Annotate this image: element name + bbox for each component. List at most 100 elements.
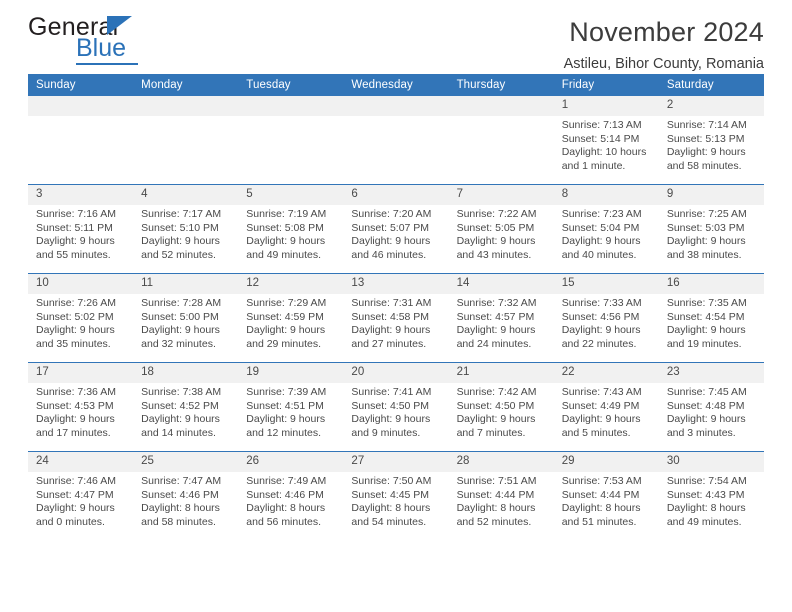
day-number: 27 xyxy=(343,452,449,472)
day-details: Sunrise: 7:46 AM Sunset: 4:47 PM Daylight:… xyxy=(28,472,133,529)
logo-triangle-icon xyxy=(107,16,132,35)
calendar-day-cell[interactable]: 14 Sunrise: 7:32 AM Sunset: 4:57 PM Dayligh… xyxy=(448,273,554,363)
calendar-day-cell[interactable]: 22 Sunrise: 7:43 AM Sunset: 4:49 PM Dayligh… xyxy=(553,362,659,452)
calendar-day-cell[interactable]: 19 Sunrise: 7:39 AM Sunset: 4:51 PM Dayligh… xyxy=(238,362,344,452)
day-details: Sunrise: 7:35 AM Sunset: 4:54 PM Daylight:… xyxy=(659,294,764,351)
calendar-day-cell[interactable]: 12 Sunrise: 7:29 AM Sunset: 4:59 PM Dayligh… xyxy=(238,273,344,363)
calendar-day-cell[interactable]: 23 Sunrise: 7:45 AM Sunset: 4:48 PM Dayligh… xyxy=(658,362,764,452)
calendar-day-cell[interactable]: 8 Sunrise: 7:23 AM Sunset: 5:04 PM Daylight… xyxy=(553,184,659,274)
calendar-day-cell[interactable]: 15 Sunrise: 7:33 AM Sunset: 4:56 PM Dayligh… xyxy=(553,273,659,363)
calendar-day-cell[interactable]: 25 Sunrise: 7:47 AM Sunset: 4:46 PM Dayligh… xyxy=(133,451,239,540)
daylight-text: Daylight: 9 hours xyxy=(456,324,536,337)
calendar-cell-empty xyxy=(448,96,554,185)
calendar-day-cell[interactable]: 26 Sunrise: 7:49 AM Sunset: 4:46 PM Dayligh… xyxy=(238,451,344,540)
daylight-text: and 9 minutes. xyxy=(351,426,421,439)
day-number: 9 xyxy=(658,185,764,205)
sunrise-text: Sunrise: 7:28 AM xyxy=(141,297,222,309)
day-details: Sunrise: 7:22 AM Sunset: 5:05 PM Daylight:… xyxy=(449,205,554,262)
sunset-text: Sunset: 5:13 PM xyxy=(666,132,745,145)
sunrise-text: Sunrise: 7:50 AM xyxy=(351,475,432,487)
calendar-day-cell[interactable]: 2 Sunrise: 7:14 AM Sunset: 5:13 PM Daylight… xyxy=(658,96,764,185)
sunset-text: Sunset: 4:44 PM xyxy=(456,488,535,501)
daylight-text: and 17 minutes. xyxy=(36,426,111,439)
day-details: Sunrise: 7:42 AM Sunset: 4:50 PM Daylight:… xyxy=(449,383,554,440)
page-header: General Blue November 2024 Astileu, Biho… xyxy=(28,0,764,74)
calendar-day-cell[interactable]: 27 Sunrise: 7:50 AM Sunset: 4:45 PM Dayligh… xyxy=(343,451,449,540)
sunset-text: Sunset: 5:05 PM xyxy=(456,221,535,234)
day-details: Sunrise: 7:26 AM Sunset: 5:02 PM Daylight:… xyxy=(28,294,133,351)
daylight-text: and 1 minute. xyxy=(561,159,626,172)
calendar-day-cell[interactable]: 10 Sunrise: 7:26 AM Sunset: 5:02 PM Dayligh… xyxy=(28,273,134,363)
sunset-text: Sunset: 5:11 PM xyxy=(36,221,113,234)
calendar-day-cell[interactable]: 7 Sunrise: 7:22 AM Sunset: 5:05 PM Daylight… xyxy=(448,184,554,274)
sunset-text: Sunset: 4:56 PM xyxy=(561,310,640,323)
sunrise-text: Sunrise: 7:20 AM xyxy=(351,208,432,220)
daylight-text: Daylight: 9 hours xyxy=(456,235,536,248)
day-number: 15 xyxy=(553,274,659,294)
calendar-day-cell[interactable]: 4 Sunrise: 7:17 AM Sunset: 5:10 PM Daylight… xyxy=(133,184,239,274)
calendar-week-row: 3 Sunrise: 7:16 AM Sunset: 5:11 PM Daylight… xyxy=(28,184,764,274)
day-number: 26 xyxy=(238,452,344,472)
calendar-day-cell[interactable]: 28 Sunrise: 7:51 AM Sunset: 4:44 PM Dayligh… xyxy=(448,451,554,540)
day-number: 24 xyxy=(28,452,134,472)
daylight-text: Daylight: 9 hours xyxy=(561,413,641,426)
sunrise-text: Sunrise: 7:42 AM xyxy=(456,386,537,398)
weekday-header-saturday: Saturday xyxy=(658,74,764,96)
calendar-day-cell[interactable]: 21 Sunrise: 7:42 AM Sunset: 4:50 PM Dayligh… xyxy=(448,362,554,452)
calendar-day-cell[interactable]: 30 Sunrise: 7:54 AM Sunset: 4:43 PM Dayligh… xyxy=(658,451,764,540)
calendar-day-cell[interactable]: 3 Sunrise: 7:16 AM Sunset: 5:11 PM Daylight… xyxy=(28,184,134,274)
daylight-text: Daylight: 9 hours xyxy=(36,235,115,248)
sunrise-text: Sunrise: 7:19 AM xyxy=(246,208,327,220)
day-number xyxy=(238,96,344,116)
day-details: Sunrise: 7:41 AM Sunset: 4:50 PM Daylight:… xyxy=(343,383,448,440)
day-number: 5 xyxy=(238,185,344,205)
sunrise-text: Sunrise: 7:43 AM xyxy=(561,386,642,398)
calendar-cell-empty xyxy=(238,96,344,185)
day-number: 13 xyxy=(343,274,449,294)
daylight-text: Daylight: 9 hours xyxy=(666,324,746,337)
calendar-week-row: 17 Sunrise: 7:36 AM Sunset: 4:53 PM Dayligh… xyxy=(28,362,764,452)
day-number: 29 xyxy=(553,452,659,472)
daylight-text: Daylight: 9 hours xyxy=(456,413,536,426)
calendar-day-cell[interactable]: 18 Sunrise: 7:38 AM Sunset: 4:52 PM Dayligh… xyxy=(133,362,239,452)
day-details: Sunrise: 7:36 AM Sunset: 4:53 PM Daylight:… xyxy=(28,383,133,440)
sunset-text: Sunset: 4:53 PM xyxy=(36,399,114,412)
daylight-text: Daylight: 9 hours xyxy=(141,413,220,426)
calendar-week-row: 24 Sunrise: 7:46 AM Sunset: 4:47 PM Dayligh… xyxy=(28,451,764,540)
day-number xyxy=(448,96,554,116)
daylight-text: and 49 minutes. xyxy=(246,248,321,261)
calendar-day-cell[interactable]: 9 Sunrise: 7:25 AM Sunset: 5:03 PM Daylight… xyxy=(658,184,764,274)
calendar-day-cell[interactable]: 5 Sunrise: 7:19 AM Sunset: 5:08 PM Daylight… xyxy=(238,184,344,274)
calendar-day-cell[interactable]: 16 Sunrise: 7:35 AM Sunset: 4:54 PM Dayligh… xyxy=(658,273,764,363)
day-number xyxy=(133,96,239,116)
daylight-text: Daylight: 9 hours xyxy=(561,235,641,248)
daylight-text: and 14 minutes. xyxy=(141,426,216,439)
day-number: 14 xyxy=(448,274,554,294)
calendar-day-cell[interactable]: 6 Sunrise: 7:20 AM Sunset: 5:07 PM Daylight… xyxy=(343,184,449,274)
calendar-day-cell[interactable]: 29 Sunrise: 7:53 AM Sunset: 4:44 PM Dayligh… xyxy=(553,451,659,540)
day-details: Sunrise: 7:33 AM Sunset: 4:56 PM Daylight:… xyxy=(554,294,659,351)
calendar-day-cell[interactable]: 17 Sunrise: 7:36 AM Sunset: 4:53 PM Dayligh… xyxy=(28,362,134,452)
daylight-text: Daylight: 8 hours xyxy=(351,502,431,515)
calendar-day-cell[interactable]: 20 Sunrise: 7:41 AM Sunset: 4:50 PM Dayligh… xyxy=(343,362,449,452)
day-number: 30 xyxy=(658,452,764,472)
daylight-text: Daylight: 9 hours xyxy=(351,413,431,426)
calendar-day-cell[interactable]: 11 Sunrise: 7:28 AM Sunset: 5:00 PM Dayligh… xyxy=(133,273,239,363)
general-blue-logo[interactable]: General Blue xyxy=(28,14,218,72)
weekday-header-wednesday: Wednesday xyxy=(343,74,449,96)
daylight-text: and 3 minutes. xyxy=(666,426,736,439)
sunset-text: Sunset: 4:44 PM xyxy=(561,488,640,501)
day-details: Sunrise: 7:31 AM Sunset: 4:58 PM Daylight:… xyxy=(343,294,448,351)
calendar-day-cell[interactable]: 13 Sunrise: 7:31 AM Sunset: 4:58 PM Dayligh… xyxy=(343,273,449,363)
calendar-week-row: 1 Sunrise: 7:13 AM Sunset: 5:14 PM Daylight… xyxy=(28,96,764,185)
sunrise-text: Sunrise: 7:53 AM xyxy=(561,475,642,487)
sunrise-text: Sunrise: 7:13 AM xyxy=(561,119,642,131)
sunset-text: Sunset: 4:45 PM xyxy=(351,488,430,501)
sunset-text: Sunset: 4:43 PM xyxy=(666,488,745,501)
calendar-day-cell[interactable]: 1 Sunrise: 7:13 AM Sunset: 5:14 PM Daylight… xyxy=(553,96,659,185)
sunset-text: Sunset: 5:04 PM xyxy=(561,221,640,234)
calendar-day-cell[interactable]: 24 Sunrise: 7:46 AM Sunset: 4:47 PM Dayligh… xyxy=(28,451,134,540)
calendar-body: 1 Sunrise: 7:13 AM Sunset: 5:14 PM Daylight… xyxy=(28,96,764,540)
weekday-header-tuesday: Tuesday xyxy=(238,74,344,96)
day-details: Sunrise: 7:16 AM Sunset: 5:11 PM Daylight:… xyxy=(28,205,133,262)
